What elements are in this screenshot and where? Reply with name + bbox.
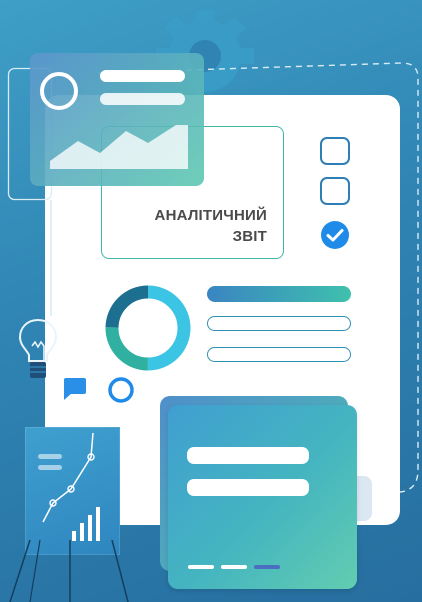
form-field-2	[187, 479, 309, 496]
form-dash-3	[254, 565, 280, 569]
checkbox-3-checked[interactable]	[320, 220, 350, 250]
progress-bar-outline-1	[207, 316, 351, 331]
lightbulb-icon	[18, 318, 58, 378]
checkbox-2[interactable]	[320, 177, 350, 205]
form-card	[168, 405, 357, 589]
tile-text-line-2	[100, 93, 185, 105]
ring-icon	[108, 377, 134, 403]
form-dash-2	[221, 565, 247, 569]
form-field-1	[187, 447, 309, 464]
circle-icon	[40, 72, 78, 110]
chat-bubble-icon	[64, 378, 86, 394]
progress-bar-outline-2	[207, 347, 351, 362]
chat-bubble-tail	[64, 393, 72, 400]
analytics-tile	[30, 53, 204, 186]
illustration: АНАЛІТИЧНИЙ ЗВІТ	[0, 0, 422, 602]
flipchart-icon	[25, 427, 120, 555]
tile-text-line-1	[100, 70, 185, 82]
form-dash-1	[188, 565, 214, 569]
checkbox-1[interactable]	[320, 137, 350, 165]
flipchart-stand	[9, 540, 129, 602]
progress-bar-filled	[207, 286, 351, 302]
area-chart-icon	[50, 125, 188, 169]
flipchart-graph	[42, 432, 100, 541]
